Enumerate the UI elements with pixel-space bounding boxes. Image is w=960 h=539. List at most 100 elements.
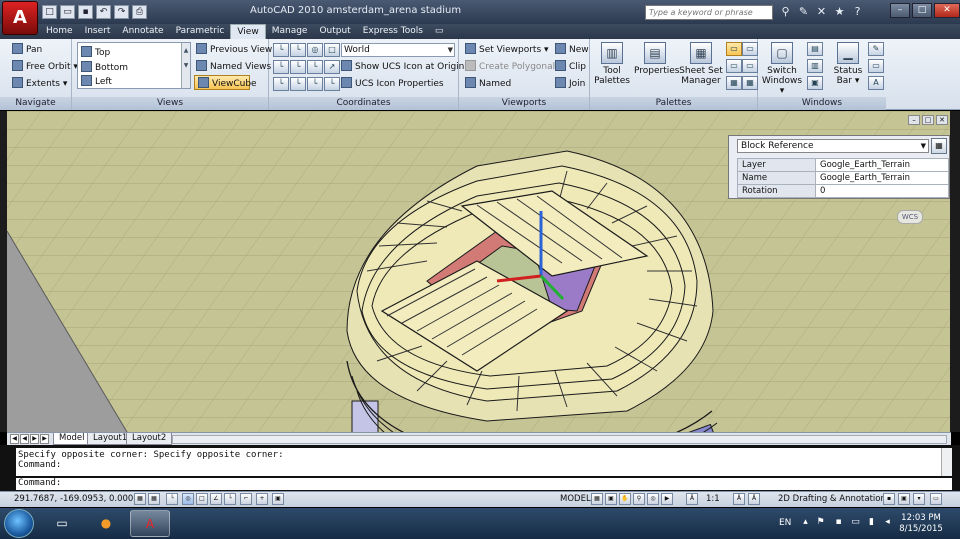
annotation-scale-icon[interactable]: Å — [733, 493, 745, 505]
cascade-icon[interactable]: ▣ — [807, 76, 823, 90]
redo-icon[interactable]: ↷ — [114, 5, 129, 19]
wrench-icon[interactable]: ✎ — [796, 4, 811, 19]
wcs-label[interactable]: WCS — [897, 210, 923, 224]
minimize-icon[interactable]: – — [890, 3, 910, 18]
ribbon-toggle-icon[interactable]: ▭ — [429, 24, 450, 39]
quick-props-icon[interactable]: ▣ — [272, 493, 284, 505]
palette-side-strip[interactable] — [950, 111, 960, 432]
pan-button[interactable]: Pan — [12, 43, 42, 56]
viewport-close-icon[interactable]: ✕ — [936, 115, 948, 125]
tab-insert[interactable]: Insert — [79, 24, 117, 39]
polar-icon[interactable]: ◎ — [182, 493, 194, 505]
join-viewport-button[interactable]: Join — [555, 77, 585, 90]
coordinate-readout[interactable]: 291.7687, -169.0953, 0.0000 — [14, 494, 139, 504]
tile-vertical-icon[interactable]: ▥ — [807, 59, 823, 73]
markup-icon[interactable]: ▭ — [726, 59, 742, 73]
tab-express-tools[interactable]: Express Tools — [357, 24, 429, 39]
ortho-icon[interactable]: └ — [166, 493, 178, 505]
firefox-icon[interactable]: ● — [86, 510, 126, 537]
binoculars-icon[interactable]: ⚲ — [778, 4, 793, 19]
first-layout-icon[interactable]: ◀ — [10, 434, 19, 444]
osnap-icon[interactable]: □ — [196, 493, 208, 505]
tab-view[interactable]: View — [230, 24, 266, 39]
ucs-face-icon[interactable]: ↗ — [324, 60, 340, 74]
application-menu-button[interactable]: A — [2, 1, 38, 35]
isolate-objects-icon[interactable]: ▾ — [913, 493, 925, 505]
next-layout-icon[interactable]: ▶ — [30, 434, 39, 444]
layout-view-icon[interactable]: ▦ — [591, 493, 603, 505]
tab-annotate[interactable]: Annotate — [116, 24, 169, 39]
close-icon[interactable]: ✕ — [934, 3, 960, 18]
clean-screen-icon[interactable]: ▭ — [930, 493, 942, 505]
clip-viewport-button[interactable]: Clip — [555, 60, 586, 73]
grid-icon[interactable]: ▦ — [148, 493, 160, 505]
ucs-3point-icon[interactable]: └ — [290, 77, 306, 91]
network-icon[interactable]: ▮ — [866, 517, 877, 528]
tab-model[interactable]: Model — [53, 433, 91, 445]
annotation-visibility-icon[interactable]: Å — [686, 493, 698, 505]
tools-icon[interactable]: ✕ — [814, 4, 829, 19]
extents-button[interactable]: Extents ▾ — [12, 77, 67, 90]
showmotion-icon[interactable]: ▶ — [661, 493, 673, 505]
ucs-previous-icon[interactable]: └ — [324, 77, 340, 91]
tray-app-icon[interactable]: ▪ — [833, 517, 844, 528]
tab-output[interactable]: Output — [313, 24, 356, 39]
ucs-icon[interactable]: └ — [273, 43, 289, 57]
views-list-scrollbar[interactable]: ▲ ▼ — [181, 43, 190, 88]
free-orbit-button[interactable]: Free Orbit ▾ — [12, 60, 78, 73]
autocad-taskbar-icon[interactable]: A — [130, 510, 170, 537]
ducs-icon[interactable]: └ — [224, 493, 236, 505]
model-space-label[interactable]: MODEL — [560, 494, 591, 504]
new-viewport-button[interactable]: New — [555, 43, 589, 56]
create-polygonal-button[interactable]: Create Polygonal ▾ — [465, 60, 563, 73]
set-viewports-button[interactable]: Set Viewports ▾ — [465, 43, 549, 56]
ucs-z-icon[interactable]: └ — [307, 77, 323, 91]
search-input[interactable] — [645, 5, 773, 20]
toolbar-icon[interactable]: ▭ — [868, 59, 884, 73]
hardware-accel-icon[interactable]: ▣ — [898, 493, 910, 505]
ucs-origin-icon[interactable]: └ — [273, 60, 289, 74]
viewport-restore-icon[interactable]: □ — [922, 115, 934, 125]
command-line-icon[interactable]: ▭ — [742, 59, 758, 73]
annotation-scale[interactable]: 1:1 — [706, 494, 720, 504]
workspace-switcher[interactable]: 2D Drafting & Annotation — [778, 494, 886, 504]
snap-icon[interactable]: ▦ — [134, 493, 146, 505]
plot-icon[interactable]: ⎙ — [132, 5, 147, 19]
undo-icon[interactable]: ↶ — [96, 5, 111, 19]
dyn-icon[interactable]: ⌐ — [240, 493, 252, 505]
volume-icon[interactable]: ◂ — [882, 517, 893, 528]
ucs-x-icon[interactable]: └ — [290, 43, 306, 57]
explorer-icon[interactable]: ▭ — [42, 510, 82, 537]
design-center-icon[interactable]: ▭ — [726, 42, 742, 56]
open-folder-icon[interactable]: ▭ — [60, 5, 75, 19]
quick-select-icon[interactable]: ▦ — [931, 138, 947, 154]
tray-chevron-icon[interactable]: ▴ — [800, 517, 811, 528]
command-scrollbar[interactable] — [941, 448, 952, 476]
ucs-y-icon[interactable]: └ — [290, 60, 306, 74]
command-input[interactable]: Command: — [16, 478, 952, 490]
horizontal-scrollbar[interactable] — [172, 435, 947, 444]
tab-home[interactable]: Home — [40, 24, 79, 39]
tab-layout2[interactable]: Layout2 — [126, 433, 173, 445]
tile-horizontal-icon[interactable]: ▤ — [807, 42, 823, 56]
tab-manage[interactable]: Manage — [266, 24, 314, 39]
pencil-icon[interactable]: ✎ — [868, 42, 884, 56]
zoom-status-icon[interactable]: ⚲ — [633, 493, 645, 505]
start-button[interactable] — [4, 509, 34, 538]
sheet-set-manager-button[interactable]: ▦ Sheet Set Manager — [678, 42, 724, 86]
prev-layout-icon[interactable]: ◀ — [20, 434, 29, 444]
viewport-minimize-icon[interactable]: – — [908, 115, 920, 125]
quickcalc-icon[interactable]: ▦ — [742, 76, 758, 90]
maximize-viewport-icon[interactable]: ▣ — [605, 493, 617, 505]
pan-status-icon[interactable]: ✋ — [619, 493, 631, 505]
auto-scale-icon[interactable]: Å — [748, 493, 760, 505]
dbconnect-icon[interactable]: ▭ — [742, 42, 758, 56]
view-top[interactable]: Top — [81, 46, 110, 59]
ucs-combo[interactable]: World ▼ — [341, 43, 455, 57]
steering-wheel-icon[interactable]: ◎ — [647, 493, 659, 505]
tool-palettes-button[interactable]: ▥ Tool Palettes — [592, 42, 632, 86]
status-bar-button[interactable]: ▁ Status Bar ▾ — [830, 42, 866, 86]
lock-icon[interactable]: ▪ — [883, 493, 895, 505]
calculator-icon[interactable]: ▦ — [726, 76, 742, 90]
tab-parametric[interactable]: Parametric — [170, 24, 231, 39]
